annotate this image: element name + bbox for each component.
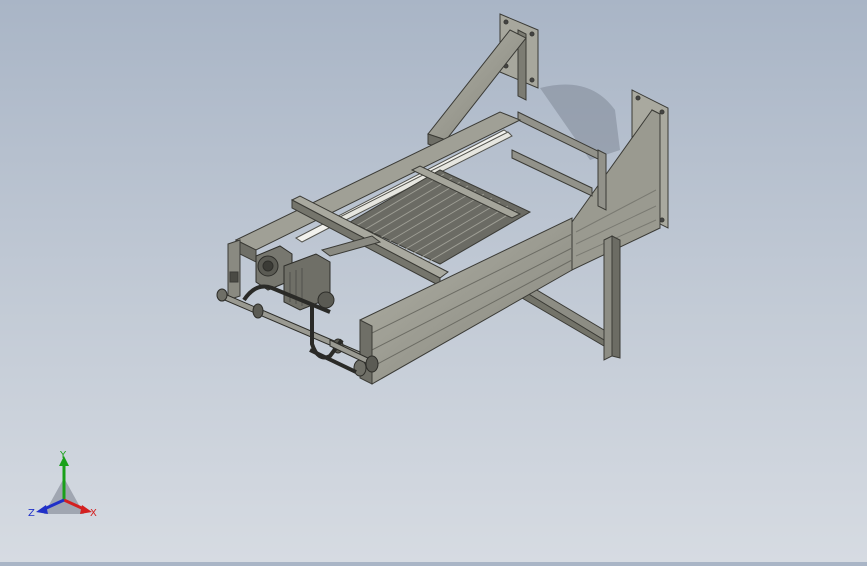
model-canvas[interactable]: Y X Z xyxy=(0,0,867,562)
triad-x-label: X xyxy=(90,508,97,519)
cad-viewport[interactable]: Y X Z xyxy=(0,0,867,562)
z-arrow-icon xyxy=(36,505,48,514)
triad-z-label: Z xyxy=(28,508,35,519)
coordinate-triad[interactable]: Y X Z xyxy=(28,450,97,519)
triad-y-label: Y xyxy=(59,450,67,461)
end-frame xyxy=(227,239,241,301)
